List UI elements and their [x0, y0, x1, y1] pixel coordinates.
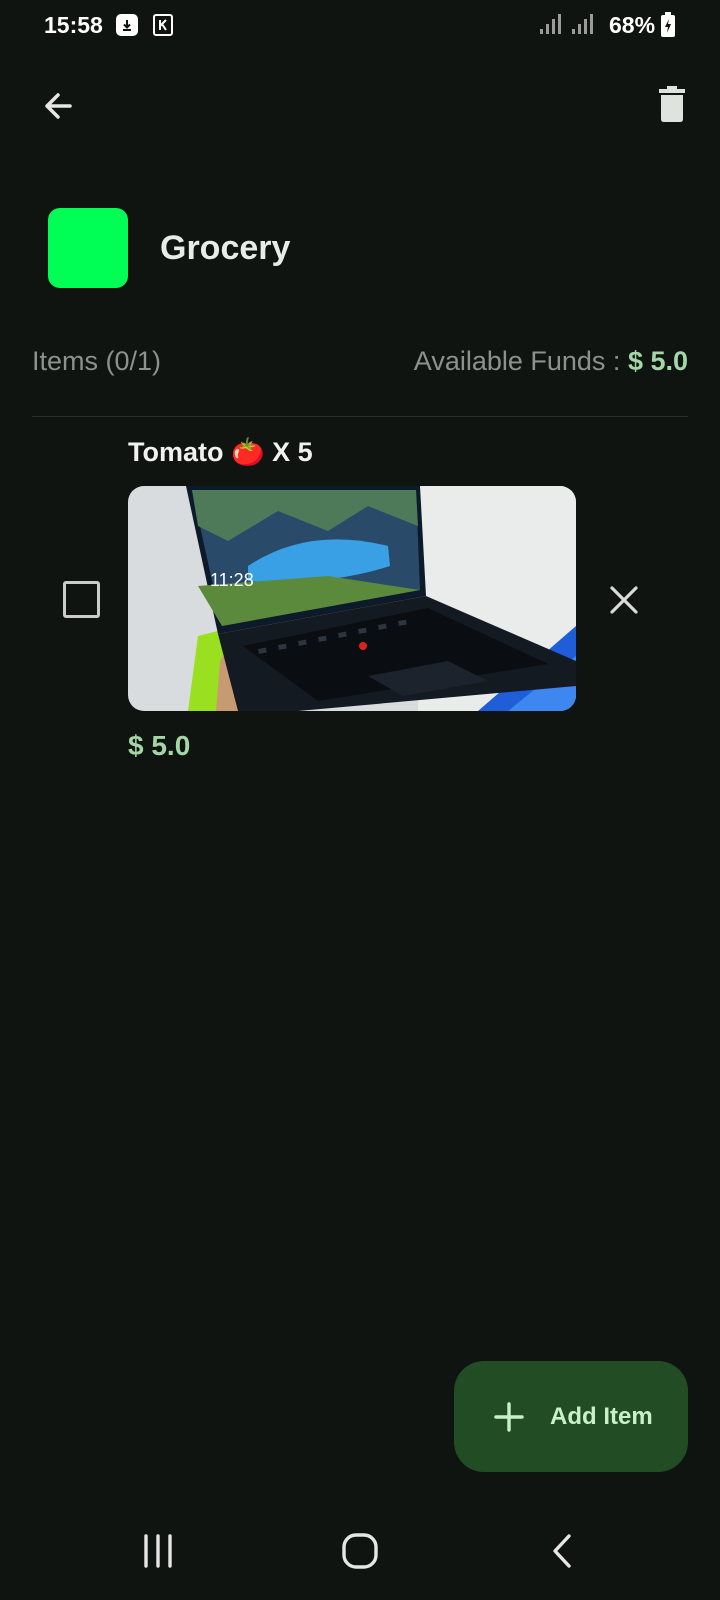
arrow-back-icon	[45, 93, 72, 119]
list-title: Grocery	[160, 229, 291, 267]
back-button[interactable]	[34, 82, 82, 130]
trash-icon	[659, 86, 685, 122]
delete-list-button[interactable]	[648, 80, 696, 128]
remove-item-button[interactable]	[606, 582, 642, 618]
battery-percent: 68%	[609, 12, 656, 38]
k-app-icon	[153, 14, 173, 36]
nav-back-button[interactable]	[522, 1521, 602, 1581]
recent-apps-icon	[144, 1534, 172, 1568]
status-time: 15:58	[44, 12, 103, 38]
signal-icon	[572, 14, 593, 34]
item-title: Tomato 🍅 X 5	[128, 437, 313, 467]
home-icon	[342, 1533, 378, 1569]
signal-icon	[540, 14, 561, 34]
available-funds-value: $ 5.0	[627, 346, 688, 376]
battery-charging-icon	[661, 12, 675, 37]
recent-apps-button[interactable]	[118, 1521, 198, 1581]
add-item-button[interactable]: Add Item	[454, 1361, 688, 1472]
items-count: Items (0/1)	[32, 346, 162, 376]
download-icon	[116, 14, 138, 36]
divider	[32, 416, 688, 417]
close-icon	[610, 586, 638, 614]
item-checkbox[interactable]	[63, 581, 100, 618]
home-button[interactable]	[320, 1521, 400, 1581]
back-icon	[553, 1534, 571, 1568]
available-funds: Available Funds : $ 5.0	[414, 343, 688, 379]
list-color-swatch	[48, 208, 128, 288]
item-price: $ 5.0	[128, 730, 191, 761]
item-image: 11:28	[128, 486, 576, 711]
available-funds-label: Available Funds :	[413, 346, 628, 376]
svg-text:11:28: 11:28	[210, 570, 254, 590]
plus-icon	[494, 1401, 524, 1432]
add-item-label: Add Item	[550, 1402, 653, 1430]
